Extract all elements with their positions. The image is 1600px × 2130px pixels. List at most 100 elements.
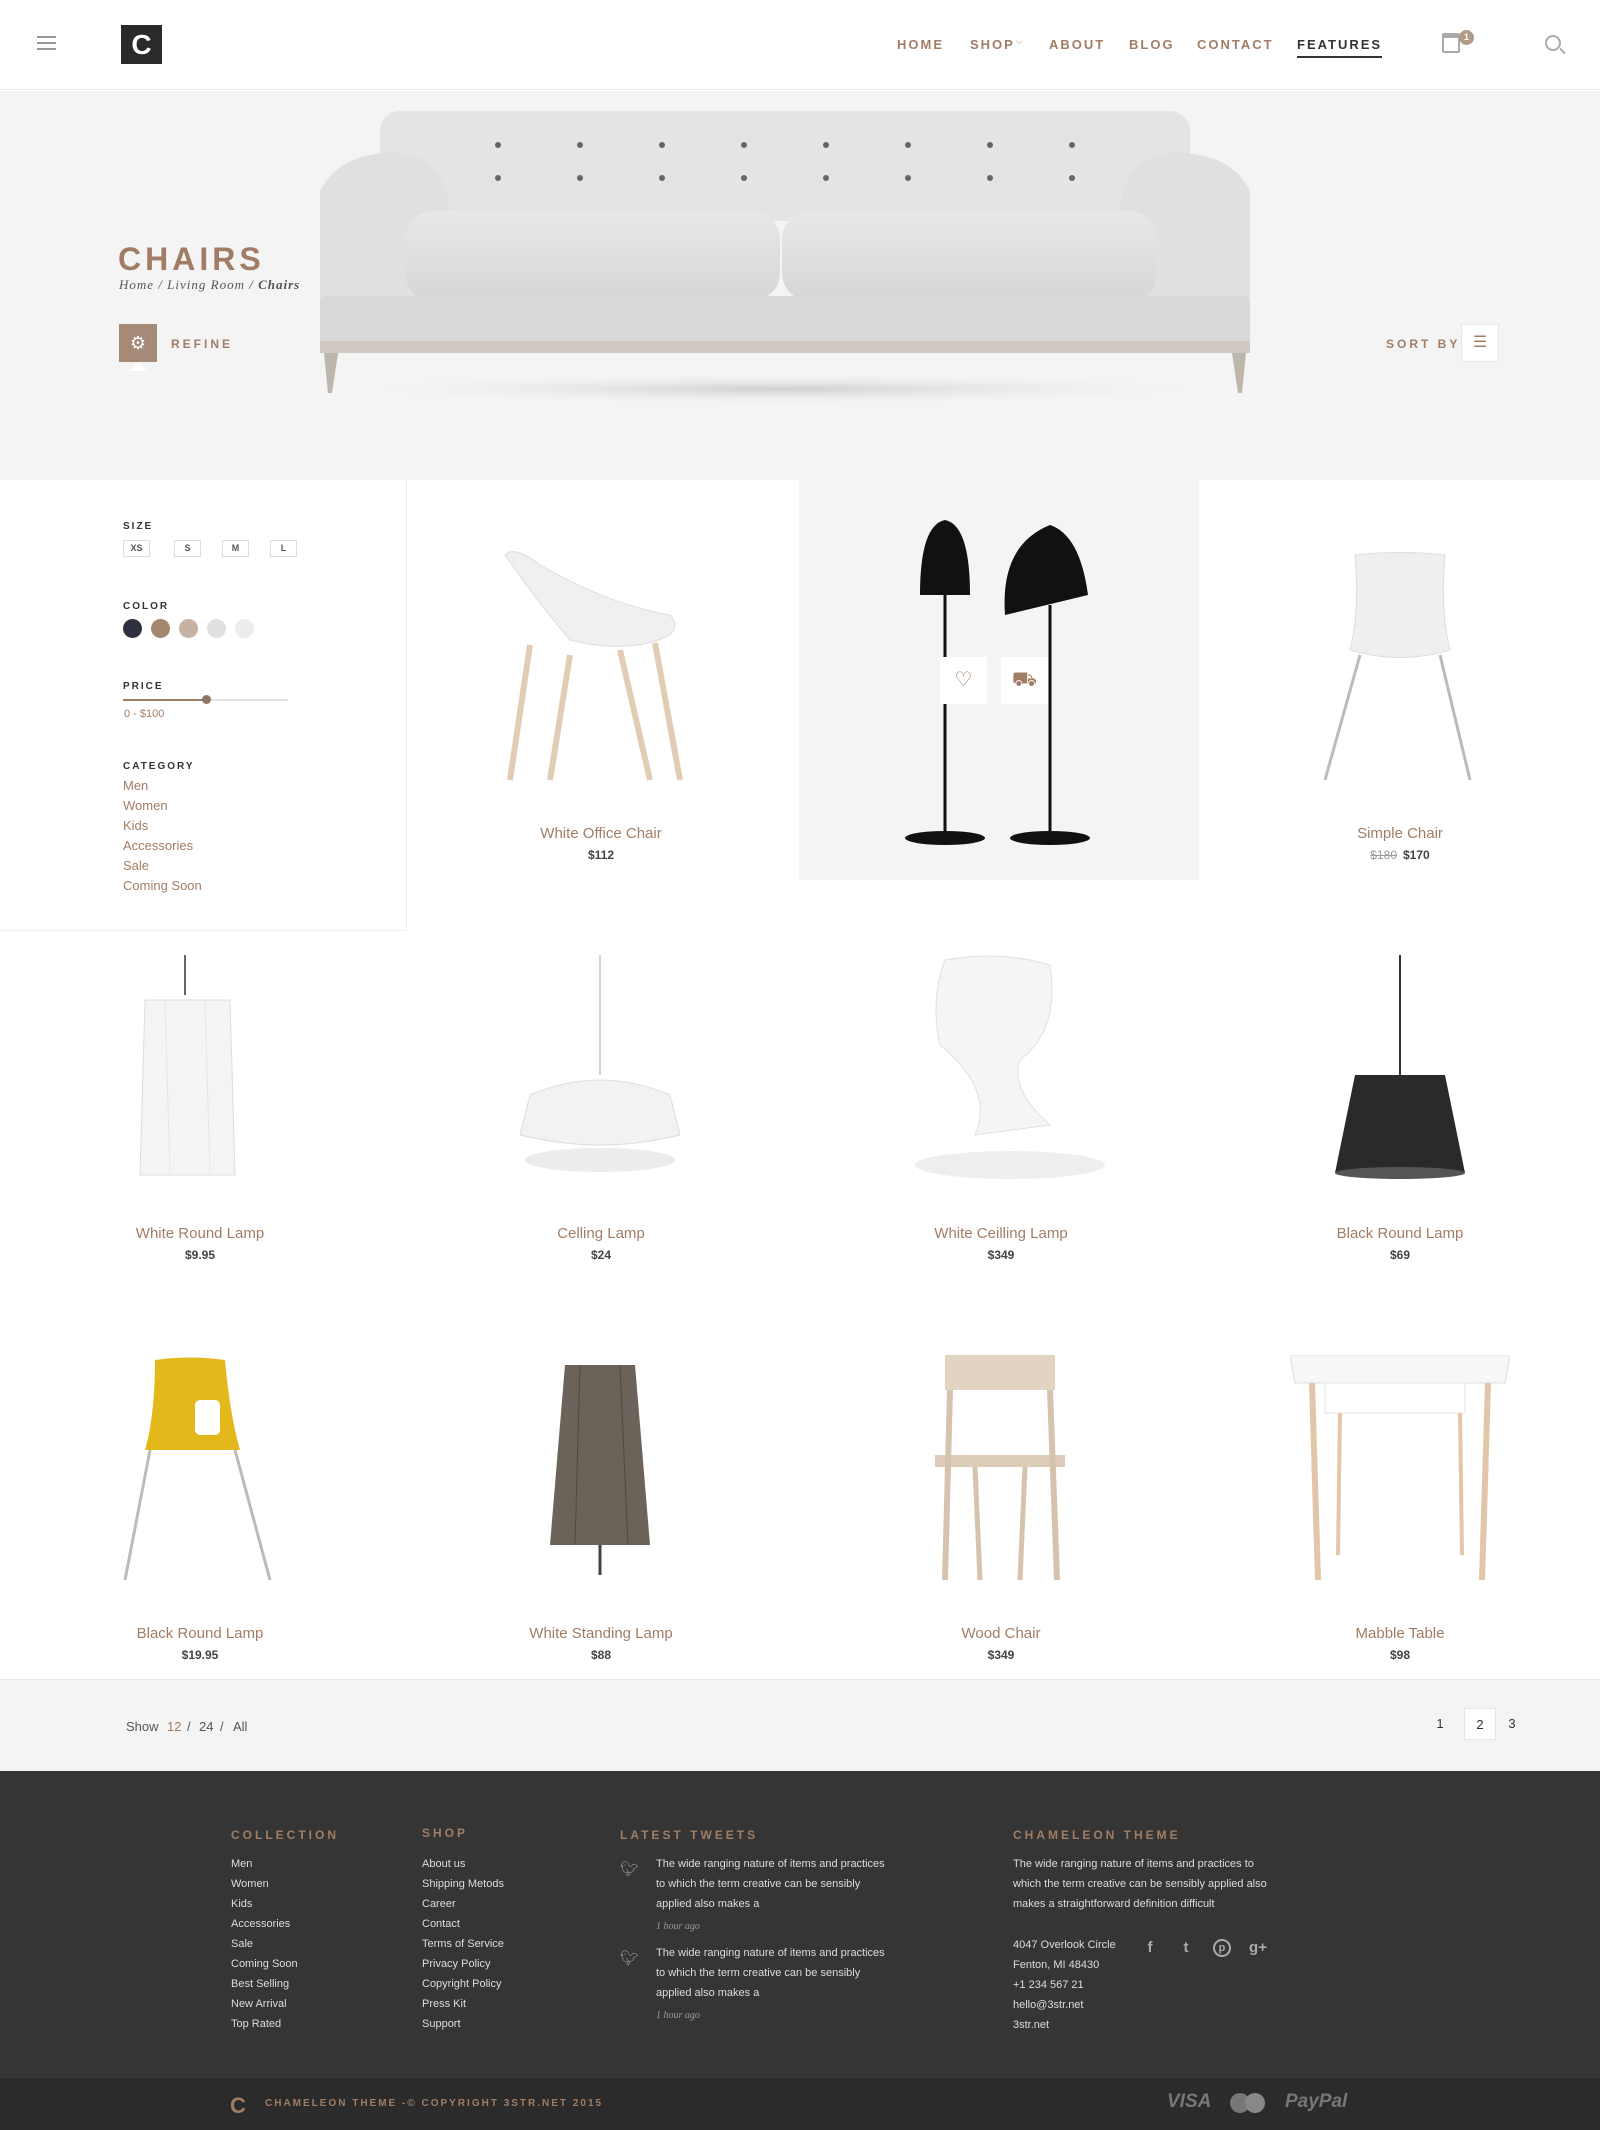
page-link-active[interactable]: 2: [1464, 1708, 1496, 1740]
size-option[interactable]: S: [174, 540, 201, 557]
price-slider-handle[interactable]: [201, 695, 211, 704]
email-link[interactable]: hello@3str.net: [1013, 1999, 1084, 2011]
menu-icon[interactable]: [37, 36, 56, 50]
breadcrumb-home[interactable]: Home: [119, 277, 154, 292]
show-option-all[interactable]: All: [233, 1719, 247, 1734]
footer-link[interactable]: Top Rated: [231, 2018, 281, 2030]
footer-link[interactable]: Coming Soon: [231, 1958, 298, 1970]
show-option-24[interactable]: 24: [199, 1719, 213, 1734]
footer-link[interactable]: Copyright Policy: [422, 1978, 501, 1990]
nav-blog[interactable]: BLOG: [1129, 37, 1175, 52]
footer-link[interactable]: New Arrival: [231, 1998, 287, 2010]
product-image[interactable]: [115, 1355, 275, 1585]
sort-icon: ☰: [1472, 334, 1488, 351]
footer-link[interactable]: Terms of Service: [422, 1938, 504, 1950]
breadcrumb-living-room[interactable]: Living Room: [167, 277, 245, 292]
chevron-down-icon: ⌵: [1016, 36, 1023, 46]
sort-by-label[interactable]: SORT BY: [1386, 337, 1460, 351]
product-image[interactable]: [1310, 550, 1490, 790]
product-image[interactable]: [1290, 1355, 1510, 1585]
product-image[interactable]: [500, 955, 700, 1185]
page-link[interactable]: 1: [1424, 1708, 1456, 1740]
category-link[interactable]: Men: [123, 778, 148, 793]
product-price: $69: [1389, 1248, 1411, 1262]
footer-link[interactable]: Men: [231, 1858, 252, 1870]
footer-logo: C: [230, 2093, 246, 2118]
product-image[interactable]: [480, 545, 720, 795]
footer-link[interactable]: Privacy Policy: [422, 1958, 490, 1970]
product-name[interactable]: White Round Lamp: [50, 1225, 350, 1242]
footer-link[interactable]: Sale: [231, 1938, 253, 1950]
footer-link[interactable]: Support: [422, 2018, 461, 2030]
category-link[interactable]: Women: [123, 798, 168, 813]
color-swatch[interactable]: [179, 619, 198, 638]
nav-contact[interactable]: CONTACT: [1197, 37, 1274, 52]
refine-button[interactable]: ⚙: [119, 324, 157, 362]
product-name[interactable]: Wood Chair: [851, 1625, 1151, 1642]
nav-shop[interactable]: SHOP: [970, 37, 1015, 52]
product-price: $19.95: [181, 1648, 219, 1662]
add-to-cart-button[interactable]: ⛟: [1001, 657, 1048, 704]
facebook-icon[interactable]: f: [1141, 1939, 1159, 1957]
product-name[interactable]: White Office Chair: [451, 825, 751, 842]
size-option[interactable]: XS: [123, 540, 150, 557]
product-name[interactable]: White Standing Lamp: [451, 1625, 751, 1642]
search-icon[interactable]: [1545, 35, 1561, 51]
footer-link[interactable]: Shipping Metods: [422, 1878, 504, 1890]
color-swatch[interactable]: [235, 619, 254, 638]
category-link[interactable]: Sale: [123, 858, 149, 873]
footer-link[interactable]: Kids: [231, 1898, 252, 1910]
color-swatch[interactable]: [151, 619, 170, 638]
pinterest-icon[interactable]: p: [1213, 1939, 1231, 1957]
google-plus-icon[interactable]: g+: [1249, 1939, 1267, 1957]
refine-label[interactable]: REFINE: [171, 337, 233, 351]
breadcrumb: Home / Living Room / Chairs: [119, 277, 301, 292]
sort-button[interactable]: ☰: [1461, 324, 1499, 362]
nav-features[interactable]: FEATURES: [1297, 37, 1383, 58]
separator: /: [187, 1719, 191, 1734]
footer-link[interactable]: Accessories: [231, 1918, 290, 1930]
address-line: 4047 Overlook Circle: [1013, 1939, 1116, 1951]
cart-icon[interactable]: [1442, 33, 1460, 53]
product-name[interactable]: Black Round Lamp: [1250, 1225, 1550, 1242]
product-name[interactable]: White Ceilling Lamp: [851, 1225, 1151, 1242]
product-name[interactable]: Black Round Lamp: [50, 1625, 350, 1642]
address-line: Fenton, MI 48430: [1013, 1959, 1100, 1971]
nav-about[interactable]: ABOUT: [1049, 37, 1105, 52]
footer-link[interactable]: Best Selling: [231, 1978, 289, 1990]
category-link[interactable]: Coming Soon: [123, 878, 202, 893]
product-image[interactable]: [890, 505, 1110, 855]
footer-link[interactable]: Women: [231, 1878, 269, 1890]
size-option[interactable]: L: [270, 540, 297, 557]
twitter-icon[interactable]: t: [1177, 1939, 1195, 1957]
product-name[interactable]: Simple Chair: [1250, 825, 1550, 842]
page-link[interactable]: 3: [1496, 1708, 1528, 1740]
product-image[interactable]: [925, 1355, 1075, 1585]
size-option[interactable]: M: [222, 540, 249, 557]
footer-link[interactable]: Press Kit: [422, 1998, 466, 2010]
show-option-12[interactable]: 12: [167, 1719, 181, 1734]
product-image[interactable]: [900, 950, 1110, 1185]
nav-home[interactable]: HOME: [897, 37, 944, 52]
product-image[interactable]: [1325, 955, 1475, 1180]
visa-icon: VISA: [1167, 2091, 1212, 2112]
product-price: $112: [587, 848, 615, 862]
product-name[interactable]: Mabble Table: [1250, 1625, 1550, 1642]
footer-link[interactable]: Career: [422, 1898, 456, 1910]
twitter-icon: 🐦︎: [620, 1950, 640, 1967]
product-image[interactable]: [540, 1355, 660, 1580]
site-logo[interactable]: C: [121, 25, 162, 64]
footer-link[interactable]: About us: [422, 1858, 465, 1870]
website-link[interactable]: 3str.net: [1013, 2019, 1049, 2031]
color-swatch[interactable]: [123, 619, 142, 638]
product-price: $349: [987, 1648, 1015, 1662]
category-hero: CHAIRS Home / Living Room / Chairs ⚙ REF…: [0, 91, 1600, 480]
wishlist-button[interactable]: ♡: [940, 657, 987, 704]
category-link[interactable]: Accessories: [123, 838, 193, 853]
color-swatch[interactable]: [207, 619, 226, 638]
tweet-text: The wide ranging nature of items and pra…: [656, 1947, 885, 1999]
footer-link[interactable]: Contact: [422, 1918, 460, 1930]
category-link[interactable]: Kids: [123, 818, 148, 833]
product-image[interactable]: [130, 955, 250, 1185]
product-name[interactable]: Celling Lamp: [451, 1225, 751, 1242]
